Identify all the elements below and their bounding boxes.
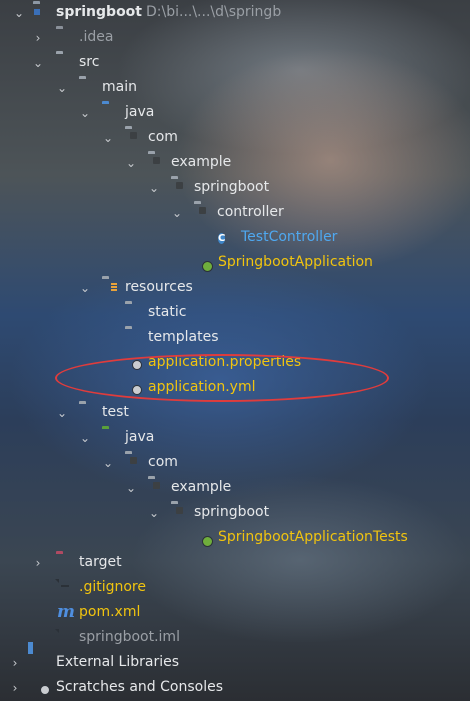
tree-item-example[interactable]: ⌄ example [0,150,470,175]
package-icon [125,129,142,146]
chevron-right-icon[interactable]: › [8,656,22,670]
tree-item-label: springboot [194,179,270,195]
module-folder-icon [33,4,50,21]
tree-item-label: com [148,129,178,145]
tree-item-templates[interactable]: templates [0,325,470,350]
tree-item-label: SpringbootApplication [218,254,373,270]
maven-icon: m [57,602,75,622]
tree-item-java[interactable]: ⌄ java [0,100,470,125]
tree-item-external-libraries[interactable]: › External Libraries [0,650,470,675]
folder-icon [125,304,142,321]
tree-item-testcontroller[interactable]: C TestController [0,225,470,250]
chevron-down-icon[interactable]: ⌄ [170,206,184,220]
tree-item-label: main [102,79,137,95]
folder-icon [125,329,142,346]
chevron-right-icon[interactable]: › [31,31,45,45]
highlight-annotation-circle [55,354,389,402]
chevron-down-icon[interactable]: ⌄ [55,406,69,420]
tree-item-idea[interactable]: › .idea [0,25,470,50]
folder-icon [79,79,96,96]
root-label: springboot [56,4,142,20]
chevron-down-icon[interactable]: ⌄ [101,456,115,470]
tree-item-label: controller [217,204,284,220]
tree-item-label: SpringbootApplicationTests [218,529,408,545]
chevron-down-icon[interactable]: ⌄ [31,56,45,70]
iml-file-icon [59,629,76,646]
tree-item-scratches[interactable]: › Scratches and Consoles [0,675,470,700]
tree-item-label: .gitignore [79,579,146,595]
tree-item-label: target [79,554,122,570]
tree-item-springboot[interactable]: ⌄ springboot [0,175,470,200]
chevron-down-icon[interactable]: ⌄ [147,181,161,195]
chevron-right-icon[interactable]: › [8,681,22,695]
tree-item-gitignore[interactable]: .gitignore [0,575,470,600]
test-source-folder-icon [102,429,119,446]
tree-item-pom[interactable]: m pom.xml [0,600,470,625]
tree-item-label: com [148,454,178,470]
chevron-down-icon[interactable]: ⌄ [147,506,161,520]
libraries-icon [33,654,50,671]
root-path: D:\bi...\...\d\springb [146,4,282,20]
tree-item-label: test [102,404,129,420]
tree-item-target[interactable]: › target [0,550,470,575]
folder-icon [79,404,96,421]
spring-boot-test-icon [195,529,212,546]
folder-icon [56,29,73,46]
spring-boot-class-icon [195,254,212,271]
tree-item-label: springboot.iml [79,629,180,645]
package-icon [148,154,165,171]
tree-item-src[interactable]: ⌄ src [0,50,470,75]
java-class-icon: C [218,233,226,244]
tree-item-test-example[interactable]: ⌄ example [0,475,470,500]
chevron-right-icon[interactable]: › [31,556,45,570]
scratches-icon [33,679,50,696]
source-folder-icon [102,104,119,121]
resources-folder-icon [102,279,119,296]
chevron-down-icon[interactable]: ⌄ [101,131,115,145]
tree-item-label: pom.xml [79,604,141,620]
tree-item-test-com[interactable]: ⌄ com [0,450,470,475]
chevron-down-icon[interactable]: ⌄ [78,431,92,445]
package-icon [194,204,211,221]
chevron-down-icon[interactable]: ⌄ [55,81,69,95]
chevron-down-icon[interactable]: ⌄ [12,6,26,20]
tree-item-iml[interactable]: springboot.iml [0,625,470,650]
tree-item-label: java [125,104,155,120]
gitignore-file-icon [59,579,76,596]
package-icon [171,504,188,521]
tree-item-label: static [148,304,187,320]
tree-item-label: resources [125,279,193,295]
tree-item-label: example [171,479,232,495]
tree-item-main[interactable]: ⌄ main [0,75,470,100]
tree-item-springbootapplicationtests[interactable]: SpringbootApplicationTests [0,525,470,550]
tree-item-label: templates [148,329,219,345]
tree-item-label: src [79,54,100,70]
tree-item-label: TestController [241,229,338,245]
tree-item-label: .idea [79,29,114,45]
excluded-folder-icon [56,554,73,571]
chevron-down-icon[interactable]: ⌄ [124,481,138,495]
tree-item-springbootapplication[interactable]: SpringbootApplication [0,250,470,275]
package-icon [148,479,165,496]
tree-item-test-java[interactable]: ⌄ java [0,425,470,450]
package-icon [171,179,188,196]
tree-item-resources[interactable]: ⌄ resources [0,275,470,300]
tree-item-label: Scratches and Consoles [56,679,223,695]
tree-item-test[interactable]: ⌄ test [0,400,470,425]
folder-icon [56,54,73,71]
tree-item-controller[interactable]: ⌄ controller [0,200,470,225]
tree-item-test-springboot[interactable]: ⌄ springboot [0,500,470,525]
tree-item-label: java [125,429,155,445]
tree-item-static[interactable]: static [0,300,470,325]
tree-item-root[interactable]: ⌄ springboot D:\bi...\...\d\springb [0,0,470,25]
tree-item-label: example [171,154,232,170]
tree-item-label: External Libraries [56,654,179,670]
package-icon [125,454,142,471]
chevron-down-icon[interactable]: ⌄ [124,156,138,170]
chevron-down-icon[interactable]: ⌄ [78,281,92,295]
tree-item-label: springboot [194,504,270,520]
chevron-down-icon[interactable]: ⌄ [78,106,92,120]
tree-item-com[interactable]: ⌄ com [0,125,470,150]
